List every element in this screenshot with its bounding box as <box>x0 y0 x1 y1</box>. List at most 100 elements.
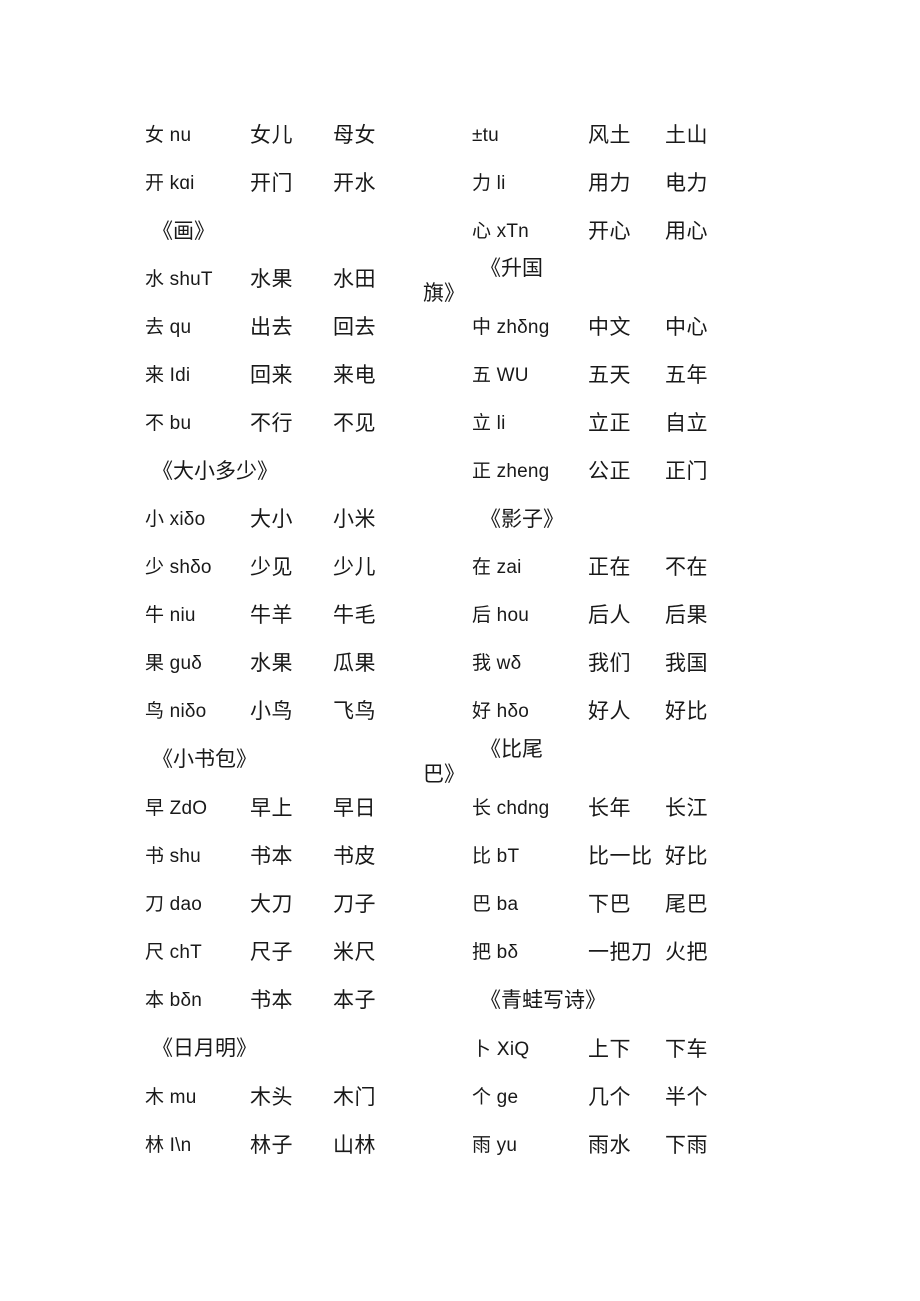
example-word-1: 大小 <box>250 508 293 531</box>
character-with-pinyin: 比 bT <box>472 846 520 867</box>
character-with-pinyin: 长 chdng <box>472 798 550 819</box>
vocabulary-row: 早 ZdO 早上 早日 <box>0 785 455 833</box>
lesson-title: 《影子》 <box>480 508 564 531</box>
example-word-2: 土山 <box>665 124 708 147</box>
example-word-2: 开水 <box>333 172 376 195</box>
example-word-1: 水果 <box>250 268 293 291</box>
vocabulary-row: 木 mu 木头 木门 <box>0 1074 455 1122</box>
example-word-1: 少见 <box>250 556 293 579</box>
example-word-1: 比一比 <box>588 845 653 868</box>
example-word-2: 不在 <box>665 556 708 579</box>
example-word-2: 牛毛 <box>333 604 376 627</box>
lesson-title: 《画》 <box>152 220 215 243</box>
example-word-1: 回来 <box>250 364 293 387</box>
vocabulary-row: 在 zai 正在 不在 <box>455 544 920 592</box>
example-word-1: 水果 <box>250 652 293 675</box>
vocabulary-row: ±tu 风土 土山 <box>455 112 920 160</box>
vocabulary-row: 正 zheng 公正 正门 <box>455 448 920 496</box>
character-with-pinyin: 少 shδo <box>145 557 212 578</box>
vocabulary-row: 卜 ⅩiQ 上下 下车 <box>455 1026 920 1074</box>
character-with-pinyin: 鸟 niδo <box>145 701 207 722</box>
example-word-1: 风土 <box>588 124 631 147</box>
vocabulary-row: 去 qu 出去 回去 <box>0 304 455 352</box>
example-word-2: 飞鸟 <box>333 700 376 723</box>
character-with-pinyin: 牛 niu <box>145 605 196 626</box>
example-word-2: 下雨 <box>665 1134 708 1157</box>
character-with-pinyin: 来 Idi <box>145 365 191 386</box>
character-with-pinyin: 后 hou <box>472 605 529 626</box>
vocabulary-row: 雨 yu 雨水 下雨 <box>455 1122 920 1170</box>
character-with-pinyin: 力 li <box>472 173 506 194</box>
example-word-2: 水田 <box>333 268 376 291</box>
example-word-2: 下车 <box>665 1038 708 1061</box>
example-word-1: 长年 <box>588 797 631 820</box>
example-word-1: 牛羊 <box>250 604 293 627</box>
example-word-2: 好比 <box>665 845 708 868</box>
character-with-pinyin: 小 xiδo <box>145 509 206 530</box>
character-with-pinyin: 尺 chT <box>145 942 202 963</box>
example-word-1: 立正 <box>588 412 631 435</box>
example-word-1: 女儿 <box>250 124 293 147</box>
example-word-2: 用心 <box>665 220 708 243</box>
example-word-2: 小米 <box>333 508 376 531</box>
example-word-2: 火把 <box>665 941 708 964</box>
character-with-pinyin: 林 I\n <box>145 1135 192 1156</box>
example-word-2: 电力 <box>665 172 708 195</box>
character-with-pinyin: 书 shu <box>145 846 201 867</box>
vocabulary-row: 果 guδ 水果 瓜果 <box>0 640 455 688</box>
vocabulary-row: 中 zhδng 中文 中心 <box>455 304 920 352</box>
example-word-1: 雨水 <box>588 1134 631 1157</box>
example-word-2: 本子 <box>333 989 376 1012</box>
vocabulary-column-left: 女 nu 女儿 母女开 kɑi 开门 开水 《画》水 shuT 水果 水田去 qu 出去 回去来 … <box>0 0 455 1301</box>
example-word-1: 上下 <box>588 1038 631 1061</box>
character-with-pinyin: 女 nu <box>145 125 192 146</box>
example-word-2: 尾巴 <box>665 893 708 916</box>
example-word-2: 母女 <box>333 124 376 147</box>
vocabulary-row: 小 xiδo 大小 小米 <box>0 496 455 544</box>
character-with-pinyin: ±tu <box>472 125 499 146</box>
example-word-1: 一把刀 <box>588 941 653 964</box>
character-with-pinyin: 开 kɑi <box>145 173 195 194</box>
example-word-1: 林子 <box>250 1134 293 1157</box>
vocabulary-row: 尺 chT 尺子 米尺 <box>0 929 455 977</box>
character-with-pinyin: 立 li <box>472 413 506 434</box>
character-with-pinyin: 木 mu <box>145 1087 197 1108</box>
example-word-2: 瓜果 <box>333 652 376 675</box>
character-with-pinyin: 卜 ⅩiQ <box>472 1039 530 1060</box>
example-word-1: 中文 <box>588 316 631 339</box>
example-word-1: 书本 <box>250 989 293 1012</box>
example-word-2: 早日 <box>333 797 376 820</box>
lesson-title: 《小书包》 <box>152 748 257 771</box>
vocabulary-row: 少 shδo 少见 少儿 <box>0 544 455 592</box>
character-with-pinyin: 我 wδ <box>472 653 522 674</box>
example-word-1: 公正 <box>588 460 631 483</box>
vocabulary-row: 力 li 用力 电力 <box>455 160 920 208</box>
vocabulary-row: 水 shuT 水果 水田 <box>0 256 455 304</box>
example-word-2: 正门 <box>665 460 708 483</box>
vocabulary-row: 开 kɑi 开门 开水 <box>0 160 455 208</box>
example-word-1: 五天 <box>588 364 631 387</box>
example-word-2: 少儿 <box>333 556 376 579</box>
vocabulary-row: 本 bδn 书本 本子 <box>0 977 455 1025</box>
lesson-title: 《日月明》 <box>152 1037 257 1060</box>
vocabulary-row: 刀 dao 大刀 刀子 <box>0 881 455 929</box>
example-word-2: 刀子 <box>333 893 376 916</box>
vocabulary-row: 立 li 立正 自立 <box>455 400 920 448</box>
character-with-pinyin: 正 zheng <box>472 461 550 482</box>
lesson-title: 《青蛙写诗》 <box>480 989 606 1012</box>
vocabulary-row: 把 bδ 一把刀 火把 <box>455 929 920 977</box>
vocabulary-row: 后 hou 后人 后果 <box>455 592 920 640</box>
example-word-2: 回去 <box>333 316 376 339</box>
example-word-2: 书皮 <box>333 845 376 868</box>
character-with-pinyin: 在 zai <box>472 557 522 578</box>
vocabulary-row: 不 bu 不行 不见 <box>0 400 455 448</box>
example-word-2: 不见 <box>333 412 376 435</box>
vocabulary-row: 来 Idi 回来 来电 <box>0 352 455 400</box>
example-word-2: 来电 <box>333 364 376 387</box>
example-word-2: 山林 <box>333 1134 376 1157</box>
vocabulary-row: 牛 niu 牛羊 牛毛 <box>0 592 455 640</box>
vocabulary-column-right: ±tu 风土 土山力 li 用力 电力心 xTn 开心 用心 《升国 旗》中 zhδng 中文 中心… <box>423 0 920 1301</box>
vocabulary-row: 鸟 niδo 小鸟 飞鸟 <box>0 688 455 736</box>
vocabulary-row: 我 wδ 我们 我国 <box>455 640 920 688</box>
vocabulary-row: 比 bT 比一比 好比 <box>455 833 920 881</box>
